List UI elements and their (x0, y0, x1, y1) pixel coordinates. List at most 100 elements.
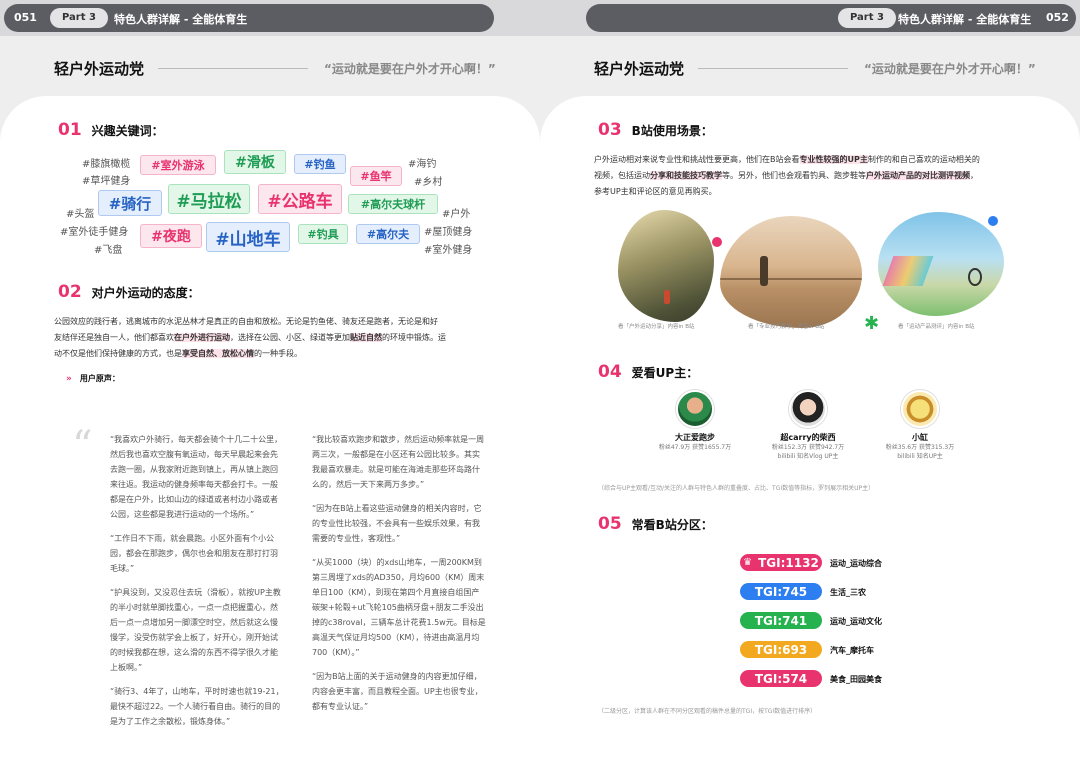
up-note: （综合与UP主观看/互动/关注的人群与特色人群的重叠度、占比、TGI数值等指标，… (598, 485, 875, 492)
text: 户外运动相对来说专业性和挑战性要更高，他们在B站会看 (594, 155, 800, 164)
keyword-tag: #钓鱼 (294, 154, 346, 174)
zone-label: 运动_运动文化 (830, 617, 882, 626)
zone-label: 运动_运动综合 (830, 559, 882, 568)
keyword: #户外 (442, 209, 471, 220)
keyword: #飞盘 (94, 245, 123, 256)
keyword: #草坪健身 (82, 176, 131, 187)
page-number-left: 051 (14, 11, 37, 24)
text: ，选择在公园、小区、绿道等更加 (230, 333, 350, 342)
right-heading: 轻户外运动党 “运动就是要在户外才开心啊！” (594, 58, 1040, 78)
user-quote: “护具没到，又没忍住去玩（滑板），就按UP主教的半小时就单脚找重心，一点一点把握… (110, 588, 281, 672)
text: 的环境中锻炼。运 (382, 333, 446, 342)
tgi-badge: TGI:574 (740, 670, 822, 687)
avatar (901, 390, 939, 428)
attitude-paragraph: 公园效应的践行者，逃离城市的水泥丛林才是真正的自由和放松。无论是钓鱼佬、骑友还是… (54, 314, 494, 362)
text-line: 视频，包括运动分享和技能技巧教学等。另外，他们也会观看钓具、跑步鞋等户外运动产品… (594, 168, 1034, 184)
keyword-tag: #鱼竿 (350, 166, 402, 186)
part-tag-right: Part 3 (838, 8, 896, 28)
photo-skateboarder (720, 216, 862, 328)
text-line: 参考UP主和评论区的意见再购买。 (594, 187, 717, 196)
zone-label: 美食_田园美食 (830, 675, 882, 684)
zone-note: （二级分区，计算该人群在不同分区观看的稿件总量的TGI，按TGI数值进行排序） (598, 708, 817, 715)
quote-mark-icon: “ (72, 423, 93, 469)
divider (158, 68, 308, 69)
tgi-value: TGI:1132 (758, 555, 819, 570)
section-number: 04 (598, 362, 622, 382)
up-stats: 粉丝47.9万 获赞1655.7万 (658, 444, 732, 451)
up-extra: bilibili 知名Vlog UP主 (777, 453, 839, 460)
up-stats: 粉丝152.3万 获赞942.7万 (771, 444, 845, 451)
text: ， (970, 171, 978, 180)
text: 等。另外，他们也会观看钓具、跑步鞋等 (722, 171, 866, 180)
keyword: #海钓 (408, 159, 437, 170)
double-arrow-icon: » (66, 373, 72, 384)
photo-cyclist (878, 212, 1004, 316)
up-extra: bilibili 知名UP主 (897, 453, 943, 460)
up-card[interactable]: 小缸 粉丝35.6万 获赞315.3万 bilibili 知名UP主 (870, 390, 970, 461)
text: 视频，包括运动 (594, 171, 650, 180)
up-card[interactable]: 超carry的柴西 粉丝152.3万 获赞942.7万 bilibili 知名V… (758, 390, 858, 461)
user-quote: “我比较喜欢跑步和散步，然后运动频率就是一周两三次，一般都是在小区还有公园比较多… (312, 435, 485, 489)
left-page: 轻户外运动党 “运动就是要在户外才开心啊！” 01 兴趣关键词： #膝旗橄榄 #… (0, 36, 540, 764)
highlight: 户外运动产品的对比测评视频 (866, 171, 970, 180)
photo-caption: 看「户外运动分享」内容in B站 (618, 324, 695, 330)
right-page: 轻户外运动党 “运动就是要在户外才开心啊！” 03 B站使用场景： 户外运动相对… (540, 36, 1080, 764)
section-number: 02 (58, 282, 82, 302)
user-quote: “因为B站上面的关于运动健身的内容更加仔细，内容会更丰富，而且教程全面。UP主也… (312, 672, 483, 711)
section-title: 兴趣关键词： (91, 124, 164, 138)
up-name: 大正爱跑步 (675, 433, 715, 442)
keyword: #室外健身 (424, 245, 473, 256)
quote-column-left: “我喜欢户外骑行，每天都会骑个十几二十公里，然后我也喜欢空腹有氧运动，每天早晨起… (110, 432, 284, 738)
section-number: 03 (598, 120, 622, 140)
voice-label-text: 用户原声： (79, 374, 120, 383)
highlight: 在户外进行运动 (174, 333, 230, 342)
zone-label: 生活_三农 (830, 588, 866, 597)
tgi-badge: ♛ TGI:1132 (740, 554, 822, 571)
header-left: 051 Part 3 特色人群详解 - 全能体育生 (4, 4, 494, 32)
photo-forest-runner (618, 210, 714, 322)
highlight: 专业性较强的UP主 (799, 155, 868, 164)
up-name: 小缸 (912, 433, 928, 442)
part-tag-left: Part 3 (50, 8, 108, 28)
avatar (676, 390, 714, 428)
up-card[interactable]: 大正爱跑步 粉丝47.9万 获赞1655.7万 (645, 390, 745, 452)
photo-caption: 看「专业技巧教学」内容in B站 (748, 324, 825, 330)
highlight: 享受自然、放松心情 (182, 349, 254, 358)
keyword-tag: #滑板 (224, 150, 286, 174)
header-title-left: 特色人群详解 - 全能体育生 (114, 13, 248, 26)
text-line: 动不仅是他们保持健康的方式，也是享受自然、放松心情的一种手段。 (54, 346, 494, 362)
keyword-tag: #夜跑 (140, 224, 202, 248)
section-05: 05 常看B站分区： (598, 514, 713, 534)
blue-dot-icon (988, 216, 998, 226)
text: 的一种手段。 (254, 349, 302, 358)
keyword-tag: #高尔夫球杆 (348, 194, 438, 214)
keyword-tag: #钓具 (298, 224, 348, 244)
top-bar: 051 Part 3 特色人群详解 - 全能体育生 Part 3 特色人群详解 … (0, 0, 1080, 36)
section-title: 爱看UP主： (631, 366, 699, 380)
keyword: #乡村 (414, 177, 443, 188)
keyword-tag: #高尔夫 (356, 224, 420, 244)
section-number: 05 (598, 514, 622, 534)
text: 友结伴还是独自一人，他们都喜欢 (54, 333, 174, 342)
up-name: 超carry的柴西 (780, 433, 836, 442)
user-quote: “从买1000（块）的xds山地车，一周200KM到第三周埋了xds的AD350… (312, 558, 486, 657)
keyword-tag: #室外游泳 (140, 155, 216, 175)
pink-dot-icon (712, 237, 722, 247)
section-04: 04 爱看UP主： (598, 362, 698, 382)
photo-caption: 看「运动产品测评」内容in B站 (898, 324, 975, 330)
scene-paragraph: 户外运动相对来说专业性和挑战性要更高，他们在B站会看专业性较强的UP主制作的和自… (594, 152, 1034, 200)
crown-icon: ♛ (743, 557, 753, 568)
highlight: 分享和技能技巧教学 (650, 171, 722, 180)
section-01: 01 兴趣关键词： (58, 120, 164, 140)
keyword: #屋顶健身 (424, 227, 473, 238)
section-number: 01 (58, 120, 82, 140)
heading-quote: “运动就是要在户外才开心啊！” (864, 62, 1036, 76)
keyword-tag: #马拉松 (168, 184, 250, 214)
user-quote: “骑行3、4年了，山地车，平时时速也就19-21，最快不超过22。一个人骑行看自… (110, 687, 284, 726)
user-quote: “工作日不下雨，就会晨跑。小区外面有个小公园，都会在那跑步，偶尔也会和朋友在那打… (110, 534, 278, 573)
highlight: 贴近自然 (350, 333, 382, 342)
tgi-badge: TGI:693 (740, 641, 822, 658)
content-card: 03 B站使用场景： 户外运动相对来说专业性和挑战性要更高，他们在B站会看专业性… (540, 96, 1080, 764)
text-line: 户外运动相对来说专业性和挑战性要更高，他们在B站会看专业性较强的UP主制作的和自… (594, 152, 1034, 168)
section-title: 对户外运动的态度： (91, 286, 200, 300)
